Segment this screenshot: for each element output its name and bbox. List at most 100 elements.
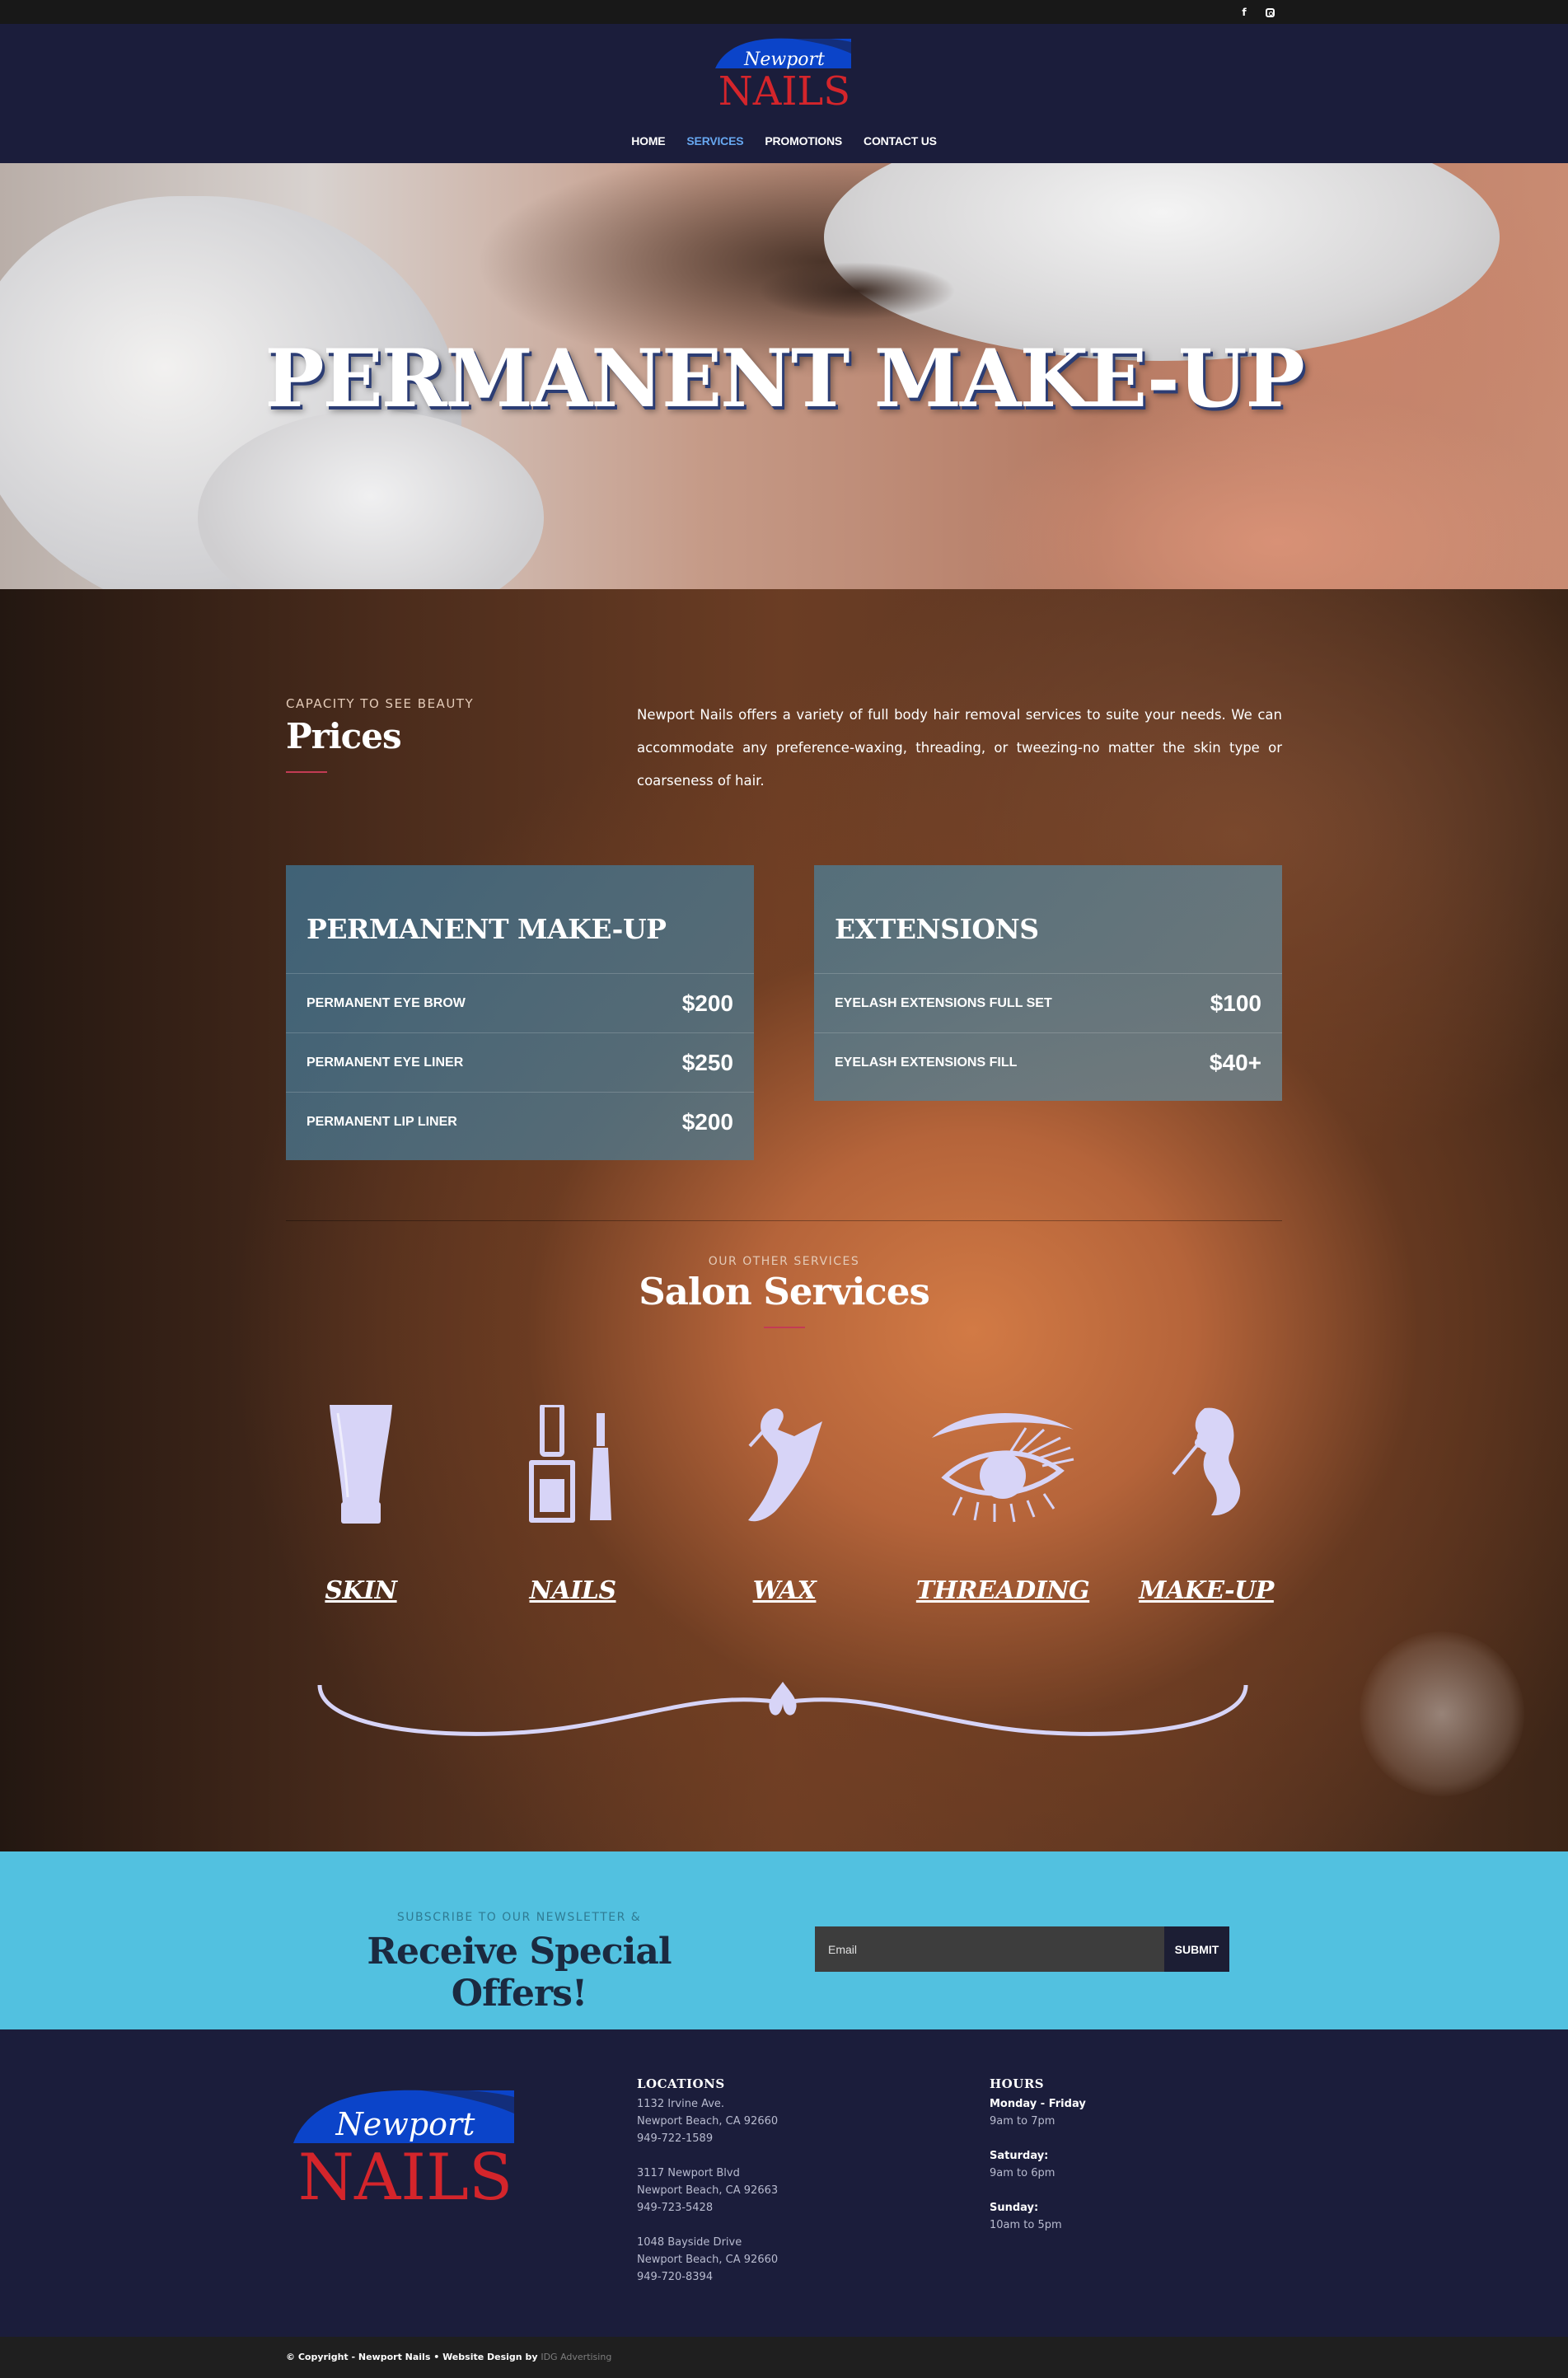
price-value: $200 [681, 990, 733, 1016]
price-value: $250 [681, 1049, 733, 1075]
eye-brow-icon [932, 1412, 1074, 1523]
price-card-extensions: EXTENSIONS EYELASH EXTENSIONS FULL SET $… [814, 865, 1282, 1101]
site-footer: Newport NAILS LOCATIONS 1132 Irvine Ave.… [0, 2029, 1568, 2337]
price-row: PERMANENT EYE LINER $250 [286, 1032, 754, 1092]
price-item: EYELASH EXTENSIONS FULL SET [835, 995, 1052, 1010]
hours-time: 9am to 7pm [990, 2115, 1055, 2128]
title-underline [286, 771, 327, 773]
prices-title: Prices [286, 716, 402, 756]
location-block: 1048 Bayside Drive Newport Beach, CA 926… [637, 2234, 884, 2286]
newsletter-title: Receive Special Offers! [367, 1931, 672, 2015]
newsletter-section: SUBSCRIBE TO OUR NEWSLETTER & Receive Sp… [0, 1851, 1568, 2029]
services-heading: OUR OTHER SERVICES Salon Services [0, 1255, 1568, 1328]
newsletter-eyebrow: SUBSCRIBE TO OUR NEWSLETTER & [396, 1911, 642, 1924]
price-row: EYELASH EXTENSIONS FILL $40+ [814, 1032, 1282, 1092]
footer-logo[interactable]: Newport NAILS [290, 2084, 521, 2207]
location-block: 3117 Newport Blvd Newport Beach, CA 9266… [637, 2165, 884, 2217]
hero-photo-brow [758, 262, 956, 320]
hero-banner: PERMANENT MAKE-UP [0, 163, 1568, 589]
hero-title: PERMANENT MAKE-UP [264, 332, 1304, 425]
hours-day: Sunday: [990, 2202, 1039, 2214]
location-city: Newport Beach, CA 92660 [637, 2115, 779, 2128]
services-title: Salon Services [639, 1270, 930, 1313]
prices-eyebrow: CAPACITY TO SEE BEAUTY [286, 696, 475, 711]
price-card-permanent-make-up: PERMANENT MAKE-UP PERMANENT EYE BROW $20… [286, 865, 754, 1160]
prices-heading: CAPACITY TO SEE BEAUTY Prices [286, 696, 533, 773]
service-label-wax[interactable]: WAX [686, 1576, 883, 1605]
hero-photo-glove [824, 163, 1500, 361]
face-brush-icon [1172, 1407, 1241, 1516]
price-value: $200 [681, 1108, 733, 1135]
card-title: EXTENSIONS [835, 913, 1039, 945]
service-skin[interactable] [262, 1405, 460, 1524]
nav-promotions[interactable]: PROMOTIONS [754, 134, 853, 147]
footer-logo-name: NAILS [298, 2141, 513, 2207]
price-item: PERMANENT EYE BROW [307, 995, 466, 1010]
nav-contact-us[interactable]: CONTACT US [853, 134, 948, 147]
price-item: PERMANENT LIP LINER [307, 1114, 457, 1129]
service-label-threading[interactable]: THREADING [904, 1576, 1102, 1605]
site-logo[interactable]: Newport NAILS [710, 35, 859, 110]
prices-section: CAPACITY TO SEE BEAUTY Prices Newport Na… [0, 589, 1568, 1851]
services-eyebrow: OUR OTHER SERVICES [708, 1255, 860, 1268]
location-phone[interactable]: 949-722-1589 [637, 2130, 884, 2147]
price-row: PERMANENT EYE BROW $200 [286, 973, 754, 1032]
designer-link[interactable]: IDG Advertising [541, 2352, 611, 2362]
hours-block: Monday - Friday 9am to 7pm [990, 2095, 1237, 2130]
location-block: 1132 Irvine Ave. Newport Beach, CA 92660… [637, 2095, 884, 2147]
service-wax[interactable] [686, 1405, 883, 1524]
logo-name: NAILS [718, 68, 850, 110]
hours-time: 9am to 6pm [990, 2167, 1055, 2179]
leg-wax-icon [748, 1408, 822, 1522]
hours-title: HOURS [990, 2076, 1045, 2091]
instagram-icon[interactable] [1263, 6, 1276, 19]
facebook-icon[interactable]: f [1238, 6, 1251, 19]
price-row: EYELASH EXTENSIONS FULL SET $100 [814, 973, 1282, 1032]
background-bokeh [1360, 1631, 1524, 1796]
copyright-bar: © Copyright - Newport Nails • Website De… [0, 2337, 1568, 2378]
location-city: Newport Beach, CA 92660 [637, 2254, 779, 2266]
decorative-flourish [317, 1682, 1248, 1736]
section-divider [286, 1220, 1282, 1221]
price-row: PERMANENT LIP LINER $200 [286, 1092, 754, 1151]
prices-intro: Newport Nails offers a variety of full b… [637, 707, 1282, 789]
nav-home[interactable]: HOME [620, 134, 676, 147]
service-label-skin[interactable]: SKIN [262, 1576, 460, 1605]
locations-title: LOCATIONS [637, 2076, 725, 2091]
service-make-up[interactable] [1107, 1405, 1305, 1524]
hours-time: 10am to 5pm [990, 2219, 1062, 2231]
price-value: $100 [1210, 990, 1261, 1016]
location-phone[interactable]: 949-720-8394 [637, 2268, 884, 2286]
site-header: Newport NAILS HOME SERVICES PROMOTIONS C… [0, 24, 1568, 163]
location-street: 3117 Newport Blvd [637, 2167, 740, 2179]
location-phone[interactable]: 949-723-5428 [637, 2199, 884, 2217]
footer-hours: HOURS Monday - Friday 9am to 7pm Saturda… [990, 2076, 1237, 2251]
main-nav: HOME SERVICES PROMOTIONS CONTACT US [0, 134, 1568, 147]
card-title: PERMANENT MAKE-UP [307, 913, 667, 945]
location-street: 1132 Irvine Ave. [637, 2098, 725, 2110]
top-bar: f [0, 0, 1568, 24]
lotion-tube-icon [330, 1405, 392, 1524]
location-city: Newport Beach, CA 92663 [637, 2184, 779, 2197]
nail-polish-icon [529, 1405, 611, 1523]
location-street: 1048 Bayside Drive [637, 2236, 742, 2249]
service-label-nails[interactable]: NAILS [474, 1576, 672, 1605]
submit-button[interactable]: SUBMIT [1164, 1926, 1229, 1972]
title-underline [763, 1327, 805, 1328]
price-value: $40+ [1209, 1049, 1261, 1075]
price-item: PERMANENT EYE LINER [307, 1055, 464, 1070]
service-label-make-up[interactable]: MAKE-UP [1107, 1576, 1305, 1605]
logo-script: Newport [743, 49, 825, 70]
service-nails[interactable] [474, 1405, 672, 1524]
nav-services[interactable]: SERVICES [676, 134, 754, 147]
copyright-text: © Copyright - Newport Nails • Website De… [286, 2352, 611, 2362]
copyright-label: © Copyright - Newport Nails • Website De… [286, 2352, 538, 2362]
price-item: EYELASH EXTENSIONS FILL [835, 1055, 1018, 1070]
hours-day: Saturday: [990, 2150, 1049, 2162]
email-input[interactable] [815, 1926, 1164, 1972]
hours-block: Sunday: 10am to 5pm [990, 2199, 1237, 2234]
hours-block: Saturday: 9am to 6pm [990, 2147, 1237, 2182]
footer-logo-script: Newport [335, 2106, 476, 2142]
service-threading[interactable] [904, 1405, 1102, 1524]
footer-locations: LOCATIONS 1132 Irvine Ave. Newport Beach… [637, 2076, 884, 2303]
